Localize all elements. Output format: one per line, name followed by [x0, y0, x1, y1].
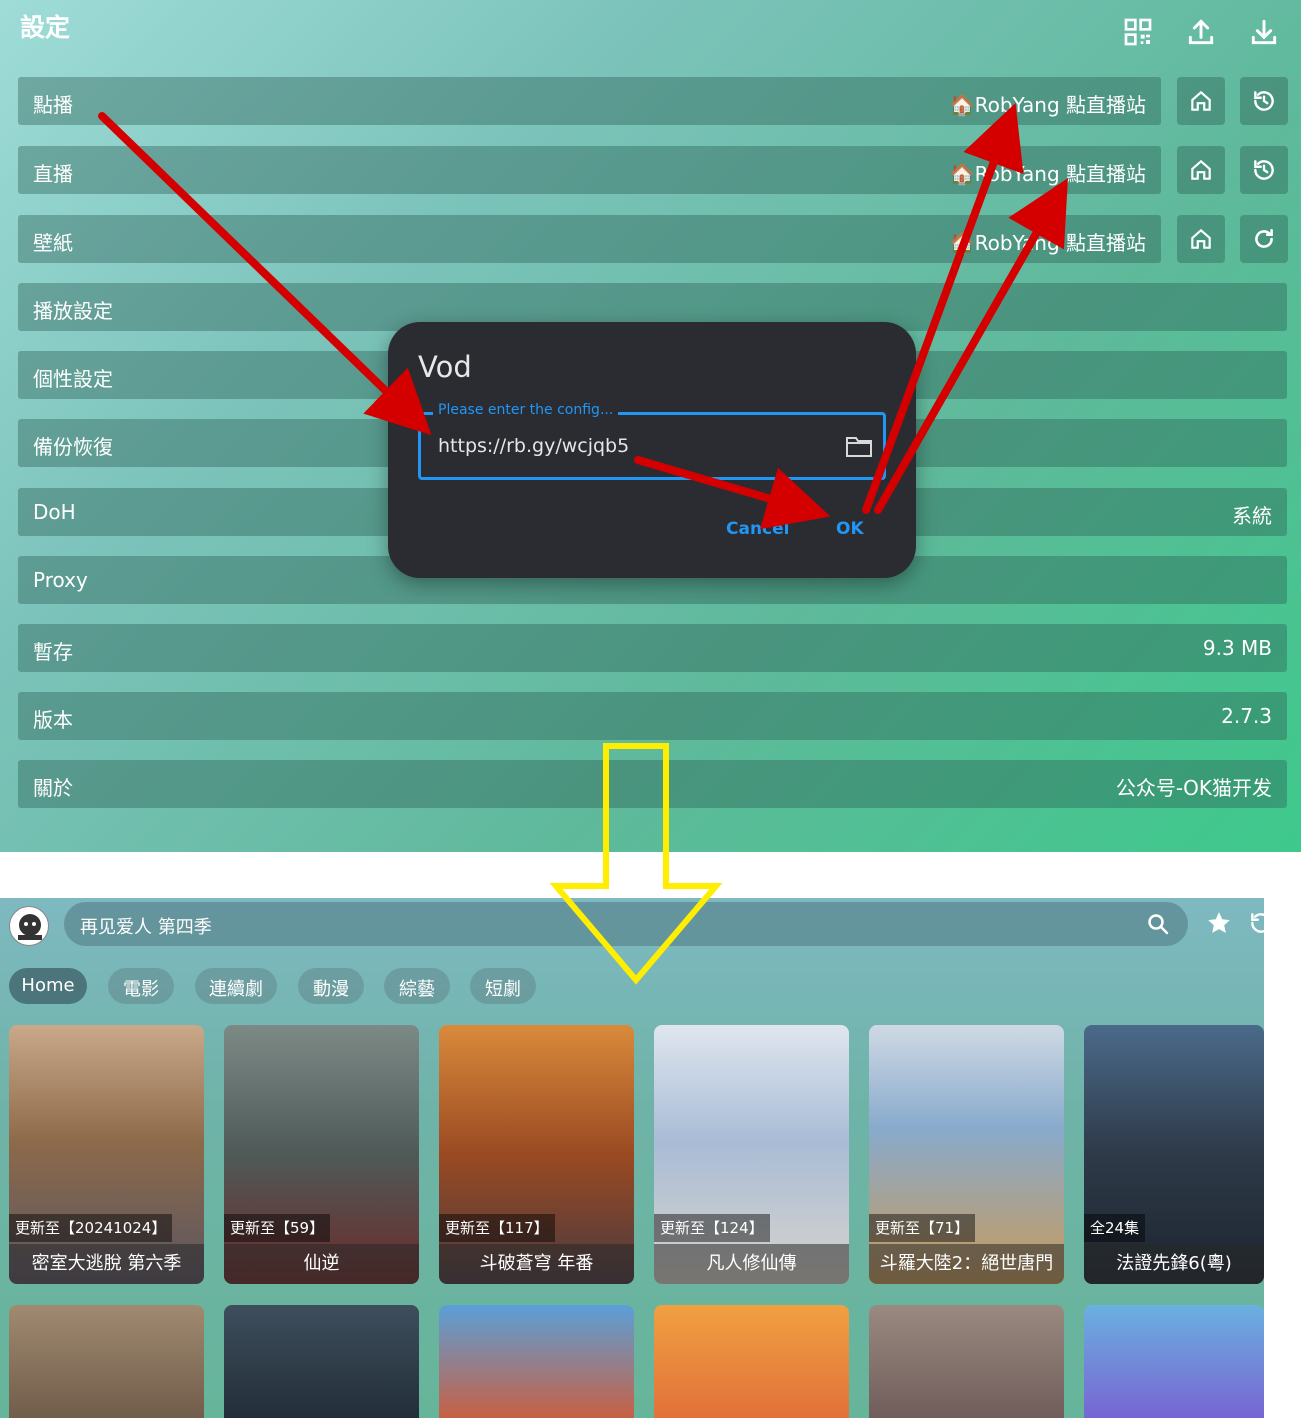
input-value[interactable]: https://rb.gy/wcjqb5 [438, 435, 629, 457]
avatar[interactable] [9, 906, 49, 946]
video-card[interactable]: 更新至【59】 仙逆 [224, 1025, 419, 1284]
video-card[interactable]: 更新至【117】 斗破蒼穹 年番 [439, 1025, 634, 1284]
update-badge: 更新至【117】 [439, 1214, 555, 1242]
row-label: 備份恢復 [33, 435, 113, 459]
video-title: 凡人修仙傳 [654, 1244, 849, 1284]
cancel-button[interactable]: Cancel [726, 519, 789, 539]
row-label: 點播 [33, 93, 73, 117]
tab-movies[interactable]: 電影 [108, 968, 174, 1004]
setting-row-cache[interactable]: 暫存 9.3 MB [18, 624, 1287, 672]
video-card[interactable]: 更新至【20241024】 密室大逃脫 第六季 [9, 1025, 204, 1284]
ok-button[interactable]: OK [836, 519, 864, 539]
video-card[interactable]: 全24集 法證先鋒6(粵) [1084, 1025, 1264, 1284]
row-label: 版本 [33, 708, 73, 732]
tab-series[interactable]: 連續劇 [195, 968, 277, 1004]
video-title: 法證先鋒6(粵) [1084, 1244, 1264, 1284]
refresh-icon [1255, 229, 1273, 248]
setting-row-live[interactable]: 直播 🏠RobYang 點直播站 [18, 146, 1161, 194]
row-label: Proxy [33, 568, 88, 592]
update-badge: 全24集 [1084, 1214, 1146, 1242]
row-value: 公众号-OK猫开发 [1115, 776, 1272, 800]
download-icon[interactable] [1248, 16, 1280, 48]
live-history-button[interactable] [1240, 146, 1288, 194]
home-screen: 再见爱人 第四季 Home 電影 連續劇 動漫 綜藝 短劇 更新至【202410… [0, 898, 1264, 1418]
video-card[interactable]: 更新至【71】 斗羅大陸2：絕世唐門 [869, 1025, 1064, 1284]
wallpaper-refresh-button[interactable] [1240, 215, 1288, 263]
tab-home[interactable]: Home [9, 968, 87, 1004]
setting-row-about[interactable]: 關於 公众号-OK猫开发 [18, 760, 1287, 808]
video-card[interactable]: 更新至【124】 凡人修仙傳 [654, 1025, 849, 1284]
history-icon [1254, 160, 1274, 180]
input-label: Please enter the config... [433, 402, 619, 418]
home-icon [1191, 159, 1211, 180]
search-bar[interactable]: 再见爱人 第四季 [64, 902, 1188, 946]
row-label: 關於 [33, 776, 73, 800]
video-card[interactable] [654, 1305, 849, 1418]
row-value: 🏠RobYang 點直播站 [949, 231, 1146, 255]
video-title: 密室大逃脫 第六季 [9, 1244, 204, 1284]
video-card[interactable] [869, 1305, 1064, 1418]
row-value: 2.7.3 [1221, 704, 1272, 728]
history-icon[interactable] [1248, 910, 1264, 936]
upload-icon[interactable] [1185, 16, 1217, 48]
row-value: 🏠RobYang 點直播站 [949, 162, 1146, 186]
avatar-logo-icon [18, 914, 42, 940]
row-label: 播放設定 [33, 299, 113, 323]
tab-shorts[interactable]: 短劇 [470, 968, 536, 1004]
vod-home-button[interactable] [1177, 77, 1225, 125]
row-label: 個性設定 [33, 367, 113, 391]
home-icon [1191, 228, 1211, 249]
settings-screen: 設定 點播 🏠RobYang 點直播站 直播 🏠RobYang 點直播站 壁紙 … [0, 0, 1301, 852]
page-title: 設定 [20, 13, 71, 42]
wallpaper-home-button[interactable] [1177, 215, 1225, 263]
folder-icon[interactable] [845, 434, 873, 458]
row-label: 暫存 [33, 640, 73, 664]
setting-row-vod[interactable]: 點播 🏠RobYang 點直播站 [18, 77, 1161, 125]
vod-config-dialog: Vod Please enter the config... https://r… [388, 322, 916, 578]
vod-history-button[interactable] [1240, 77, 1288, 125]
row-value: 9.3 MB [1202, 636, 1272, 660]
star-icon[interactable] [1206, 910, 1232, 936]
row-label: 壁紙 [33, 231, 73, 255]
qr-code-icon[interactable] [1122, 16, 1154, 48]
setting-row-version[interactable]: 版本 2.7.3 [18, 692, 1287, 740]
update-badge: 更新至【71】 [869, 1214, 976, 1242]
dialog-title: Vod [418, 350, 472, 384]
video-card[interactable] [439, 1305, 634, 1418]
video-card[interactable] [224, 1305, 419, 1418]
update-badge: 更新至【59】 [224, 1214, 331, 1242]
update-badge: 更新至【20241024】 [9, 1214, 173, 1242]
row-label: DoH [33, 500, 76, 524]
row-value: 🏠RobYang 點直播站 [949, 93, 1146, 117]
search-icon[interactable] [1146, 912, 1170, 936]
video-card[interactable] [9, 1305, 204, 1418]
video-card[interactable] [1084, 1305, 1264, 1418]
history-icon [1254, 91, 1274, 111]
row-value: 系統 [1232, 504, 1272, 528]
tab-variety[interactable]: 綜藝 [384, 968, 450, 1004]
update-badge: 更新至【124】 [654, 1214, 770, 1242]
live-home-button[interactable] [1177, 146, 1225, 194]
video-title: 斗羅大陸2：絕世唐門 [869, 1244, 1064, 1284]
config-url-input[interactable]: Please enter the config... https://rb.gy… [418, 402, 886, 480]
search-text[interactable]: 再见爱人 第四季 [80, 913, 212, 939]
home-icon [1191, 90, 1211, 111]
setting-row-wallpaper[interactable]: 壁紙 🏠RobYang 點直播站 [18, 215, 1161, 263]
video-title: 斗破蒼穹 年番 [439, 1244, 634, 1284]
row-label: 直播 [33, 162, 73, 186]
tab-anime[interactable]: 動漫 [298, 968, 364, 1004]
video-title: 仙逆 [224, 1244, 419, 1284]
